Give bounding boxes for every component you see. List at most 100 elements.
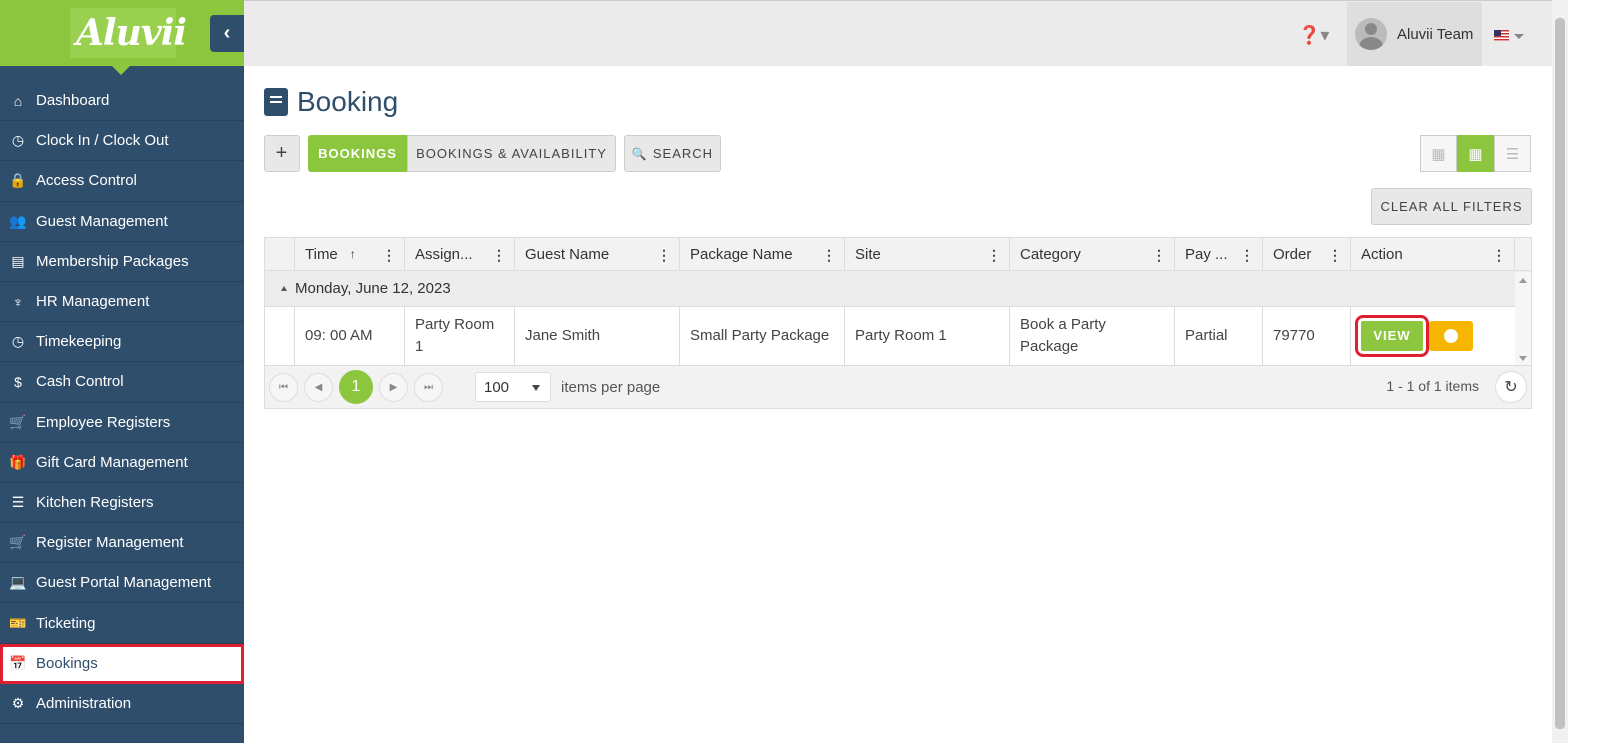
cogs-icon: ⚙ — [11, 694, 25, 711]
page-title-text: Booking — [297, 86, 399, 117]
top-bar: ❓▾ Aluvii Team — [244, 0, 1552, 66]
table-row[interactable]: 09: 00 AM Party Room 1 Jane Smith Small … — [265, 307, 1531, 365]
gift-icon: 🎁 — [9, 453, 27, 470]
sidebar-item-label: Administration — [36, 694, 132, 712]
sidebar-item-hr-management[interactable]: ♆ HR Management — [0, 282, 244, 323]
sidebar-item-administration[interactable]: ⚙ Administration — [0, 684, 244, 724]
sidebar-item-label: Dashboard — [36, 92, 110, 110]
column-label: Package Name — [690, 245, 793, 263]
page-scrollbar-thumb[interactable] — [1555, 18, 1565, 729]
sidebar-item-access-control[interactable]: 🔒 Access Control — [0, 161, 244, 202]
tab-bookings[interactable]: BOOKINGS — [308, 135, 407, 172]
sidebar-item-label: HR Management — [36, 293, 150, 311]
cell-time: 09: 00 AM — [295, 307, 405, 365]
column-menu-icon[interactable]: ⋮ — [822, 247, 836, 264]
cart-plus-icon: 🛒 — [9, 534, 27, 551]
column-header-category[interactable]: Category ⋮ — [1010, 238, 1175, 270]
column-menu-icon[interactable]: ⋮ — [1152, 247, 1166, 264]
column-label: Guest Name — [525, 245, 610, 263]
logo-caret — [112, 66, 130, 75]
cart-icon: 🛒 — [9, 413, 27, 430]
column-header-package-name[interactable]: Package Name ⋮ — [680, 238, 845, 270]
column-header-guest-name[interactable]: Guest Name ⋮ — [515, 238, 680, 270]
chevron-left-icon: ‹ — [223, 22, 231, 44]
pager-info: 1 - 1 of 1 items — [1386, 378, 1479, 394]
column-header-site[interactable]: Site ⋮ — [845, 238, 1010, 270]
sidebar-item-dashboard[interactable]: ⌂ Dashboard — [0, 81, 244, 122]
scroll-down-icon[interactable] — [1519, 356, 1527, 361]
sidebar-item-gift-card-management[interactable]: 🎁 Gift Card Management — [0, 443, 244, 483]
sidebar-item-clock-in-clock-out[interactable]: ◷ Clock In / Clock Out — [0, 121, 244, 162]
sidebar-item-label: Guest Management — [36, 212, 168, 230]
tie-icon: ♆ — [12, 293, 24, 310]
column-header-action[interactable]: Action ⋮ — [1351, 238, 1515, 270]
column-menu-icon[interactable]: ⋮ — [657, 247, 671, 264]
group-row[interactable]: Monday, June 12, 2023 — [265, 271, 1531, 307]
status-toggle[interactable] — [1429, 321, 1473, 351]
grid-scrollbar[interactable] — [1515, 272, 1531, 367]
column-menu-icon[interactable]: ⋮ — [1328, 247, 1342, 264]
view-toggle: ▦ ▦ ☰ — [1420, 135, 1531, 172]
avatar — [1355, 18, 1387, 50]
column-header-time[interactable]: Time ↑ ⋮ — [295, 238, 405, 270]
last-page-icon[interactable]: ⏭ — [414, 372, 443, 402]
sidebar-item-employee-registers[interactable]: 🛒 Employee Registers — [0, 403, 244, 443]
sidebar-item-membership-packages[interactable]: ▤ Membership Packages — [0, 242, 244, 282]
home-icon: ⌂ — [13, 92, 23, 109]
grid-pager: ⏮ ◀ 1 ▶ ⏭ 100 items per page 1 - 1 of 1 … — [265, 365, 1531, 408]
help-icon[interactable]: ❓▾ — [1298, 25, 1329, 46]
sidebar-item-label: Ticketing — [36, 614, 96, 632]
clear-all-filters-button[interactable]: CLEAR ALL FILTERS — [1371, 188, 1532, 225]
sidebar-item-kitchen-registers[interactable]: ☰ Kitchen Registers — [0, 483, 244, 524]
column-menu-icon[interactable]: ⋮ — [492, 247, 506, 264]
previous-page-icon[interactable]: ◀ — [304, 372, 333, 402]
sidebar-item-guest-portal-management[interactable]: 💻 Guest Portal Management — [0, 563, 244, 604]
user-menu[interactable]: Aluvii Team — [1347, 2, 1482, 66]
sidebar-item-label: Timekeeping — [36, 333, 122, 351]
sidebar-collapse-button[interactable]: ‹ — [210, 15, 244, 52]
column-header-order[interactable]: Order ⋮ — [1263, 238, 1351, 270]
add-booking-button[interactable]: + — [264, 135, 300, 172]
us-flag-icon[interactable] — [1494, 30, 1509, 41]
calendar-view-icon[interactable]: ▦ — [1420, 135, 1457, 172]
sidebar-item-guest-management[interactable]: 👥 Guest Management — [0, 202, 244, 242]
column-menu-icon[interactable]: ⋮ — [987, 247, 1001, 264]
sidebar-item-timekeeping[interactable]: ◷ Timekeeping — [0, 322, 244, 363]
column-menu-icon[interactable]: ⋮ — [1240, 247, 1254, 264]
list-icon: ☰ — [11, 493, 25, 510]
current-page-button[interactable]: 1 — [339, 370, 373, 404]
users-icon: 👥 — [9, 212, 27, 229]
column-header-assigned[interactable]: Assign... ⋮ — [405, 238, 515, 270]
column-menu-icon[interactable]: ⋮ — [382, 247, 396, 264]
column-label: Assign... — [415, 245, 473, 263]
search-button[interactable]: 🔍 SEARCH — [624, 135, 721, 172]
refresh-icon[interactable]: ↻ — [1495, 371, 1527, 403]
collapse-group-icon[interactable] — [281, 286, 287, 291]
cell-order: 79770 — [1263, 307, 1351, 365]
page-size-select[interactable]: 100 — [475, 372, 551, 402]
sidebar-item-register-management[interactable]: 🛒 Register Management — [0, 523, 244, 564]
next-page-icon[interactable]: ▶ — [379, 372, 408, 402]
sidebar-item-label: Register Management — [36, 534, 184, 552]
column-header-pay[interactable]: Pay ... ⋮ — [1175, 238, 1263, 270]
sidebar-item-ticketing[interactable]: 🎫 Ticketing — [0, 603, 244, 644]
scroll-up-icon[interactable] — [1519, 278, 1527, 283]
sidebar-item-bookings[interactable]: 📅 Bookings — [0, 643, 244, 684]
grid-view-icon[interactable]: ▦ — [1457, 135, 1494, 172]
app-logo[interactable]: Aluvii — [76, 12, 187, 54]
chevron-down-icon[interactable] — [1514, 34, 1524, 39]
column-label: Action — [1361, 245, 1403, 263]
cell-category: Book a Party Package — [1010, 307, 1175, 365]
lock-icon: 🔒 — [9, 172, 27, 189]
view-button[interactable]: VIEW — [1355, 315, 1429, 357]
column-menu-icon[interactable]: ⋮ — [1492, 247, 1506, 264]
cell-site: Party Room 1 — [845, 307, 1010, 365]
column-label: Time — [305, 245, 338, 263]
sidebar-item-label: Bookings — [36, 654, 98, 672]
first-page-icon[interactable]: ⏮ — [269, 372, 298, 402]
cell-action: VIEW — [1351, 307, 1515, 365]
sidebar-item-cash-control[interactable]: $ Cash Control — [0, 362, 244, 403]
list-view-icon[interactable]: ☰ — [1494, 135, 1531, 172]
toolbar: + BOOKINGS BOOKINGS & AVAILABILITY 🔍 SEA… — [264, 135, 721, 172]
tab-bookings-availability[interactable]: BOOKINGS & AVAILABILITY — [407, 135, 616, 172]
